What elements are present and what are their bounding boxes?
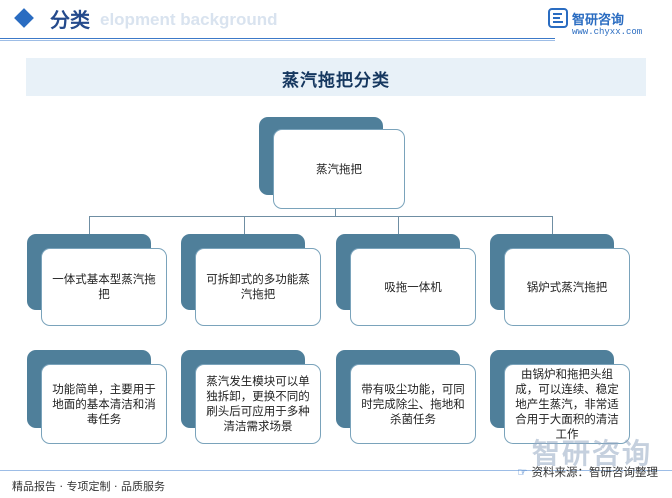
footer-source: ☞ 资料来源：智研咨询整理 (517, 464, 658, 480)
connector-horizontal (89, 216, 553, 217)
header-watermark: elopment background (100, 10, 278, 29)
root-node: 蒸汽拖把 (259, 117, 407, 209)
footer-slogan: 精品报告 · 专项定制 · 品质服务 (12, 480, 165, 493)
hand-pointer-icon: ☞ (517, 465, 528, 479)
connector-branch-1 (89, 216, 90, 234)
category-label-3: 吸拖一体机 (384, 279, 442, 294)
description-text-4: 由锅炉和拖把头组成，可以连续、稳定地产生蒸汽，非常适合用于大面积的清洁工作 (515, 366, 619, 441)
connector-branch-2 (244, 216, 245, 234)
section-title: 分类 (50, 8, 90, 32)
category-node-2: 可拆卸式的多功能蒸汽拖把 (181, 234, 321, 326)
brand-name: 智研咨询 (572, 13, 625, 28)
header-divider-thin (0, 40, 555, 41)
category-node-4: 锅炉式蒸汽拖把 (490, 234, 630, 326)
category-label-4: 锅炉式蒸汽拖把 (526, 279, 608, 294)
source-text: 资料来源：智研咨询整理 (531, 465, 659, 479)
description-text-3: 带有吸尘功能，可同时完成除尘、拖地和杀菌任务 (361, 381, 465, 426)
connector-root-down (335, 208, 336, 216)
root-label: 蒸汽拖把 (316, 161, 362, 176)
description-node-4: 由锅炉和拖把头组成，可以连续、稳定地产生蒸汽，非常适合用于大面积的清洁工作 (490, 350, 630, 444)
brand-block: 智研咨询 www.chyxx.com (548, 8, 658, 40)
description-text-2: 蒸汽发生模块可以单独拆卸，更换不同的刷头后可应用于多种清洁需求场景 (206, 374, 310, 433)
brand-logo-icon (548, 8, 568, 28)
description-node-3: 带有吸尘功能，可同时完成除尘、拖地和杀菌任务 (336, 350, 476, 444)
category-node-1: 一体式基本型蒸汽拖把 (27, 234, 167, 326)
header: 分类 elopment background 智研咨询 www.chyxx.co… (0, 0, 672, 41)
description-node-1: 功能简单，主要用于地面的基本清洁和消毒任务 (27, 350, 167, 444)
brand-url: www.chyxx.com (572, 27, 643, 37)
diagram-title: 蒸汽拖把分类 (282, 71, 390, 91)
category-label-1: 一体式基本型蒸汽拖把 (52, 272, 156, 301)
description-node-2: 蒸汽发生模块可以单独拆卸，更换不同的刷头后可应用于多种清洁需求场景 (181, 350, 321, 444)
category-label-2: 可拆卸式的多功能蒸汽拖把 (206, 272, 310, 301)
category-node-3: 吸拖一体机 (336, 234, 476, 326)
description-text-1: 功能简单，主要用于地面的基本清洁和消毒任务 (52, 381, 156, 426)
connector-branch-3 (398, 216, 399, 234)
diagram-title-band: 蒸汽拖把分类 (26, 58, 646, 96)
connector-branch-4 (552, 216, 553, 234)
header-divider (0, 38, 555, 39)
diamond-icon (14, 8, 34, 28)
